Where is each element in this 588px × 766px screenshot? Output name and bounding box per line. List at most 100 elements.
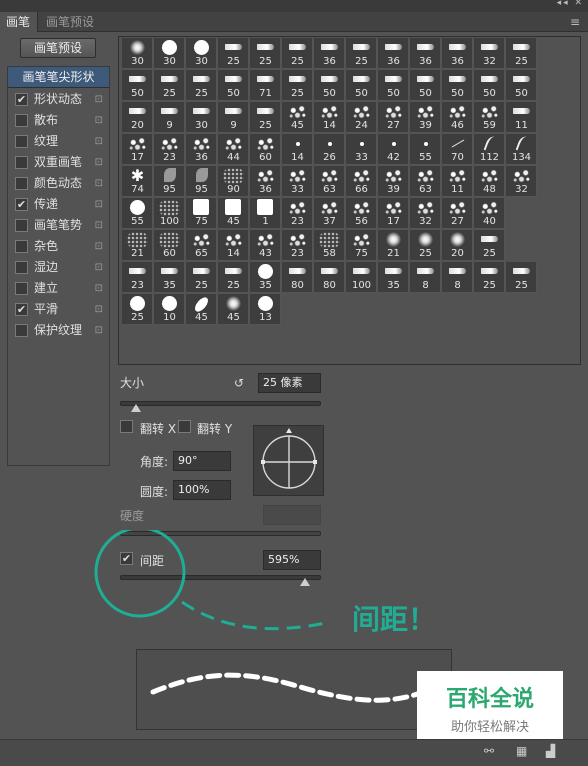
- lock-icon[interactable]: ⊡: [95, 173, 103, 194]
- brush-tip-cell[interactable]: 50: [378, 70, 409, 101]
- sidebar-item[interactable]: 湿边 ⊡: [8, 257, 109, 278]
- brush-tip-cell[interactable]: 134: [506, 134, 537, 165]
- brush-tip-cell[interactable]: 58: [314, 230, 345, 261]
- sidebar-item[interactable]: 颜色动态 ⊡: [8, 173, 109, 194]
- sidebar-item-checkbox[interactable]: [15, 114, 28, 127]
- brush-tip-cell[interactable]: 10: [154, 294, 185, 325]
- size-slider[interactable]: [120, 401, 321, 406]
- brush-tip-cell[interactable]: 55: [122, 198, 153, 229]
- brush-tip-cell[interactable]: 50: [506, 70, 537, 101]
- brush-tip-cell[interactable]: 25: [250, 38, 281, 69]
- brush-tip-cell[interactable]: 30: [186, 38, 217, 69]
- brush-tip-cell[interactable]: 32: [474, 38, 505, 69]
- sidebar-item-checkbox[interactable]: [15, 177, 28, 190]
- brush-tip-cell[interactable]: 36: [250, 166, 281, 197]
- brush-tip-cell[interactable]: 9: [218, 102, 249, 133]
- brush-tip-cell[interactable]: 75: [186, 198, 217, 229]
- brush-tip-cell[interactable]: 27: [442, 198, 473, 229]
- sidebar-item-brush-tip-shape[interactable]: 画笔笔尖形状: [8, 67, 109, 88]
- brush-tip-cell[interactable]: 30: [186, 102, 217, 133]
- brush-tip-cell[interactable]: 70: [442, 134, 473, 165]
- brush-tip-cell[interactable]: 71: [250, 70, 281, 101]
- grid-icon[interactable]: ▦: [516, 744, 527, 758]
- brush-tip-cell[interactable]: 56: [346, 198, 377, 229]
- brush-tip-cell[interactable]: 60: [250, 134, 281, 165]
- brush-tip-cell[interactable]: 14: [314, 102, 345, 133]
- brush-tip-cell[interactable]: 25: [346, 38, 377, 69]
- brush-tip-cell[interactable]: 25: [186, 262, 217, 293]
- brush-tip-cell[interactable]: 39: [410, 102, 441, 133]
- brush-tip-cell[interactable]: 63: [410, 166, 441, 197]
- sidebar-item-checkbox[interactable]: [15, 219, 28, 232]
- brush-tip-cell[interactable]: 36: [314, 38, 345, 69]
- brush-tip-cell[interactable]: 35: [250, 262, 281, 293]
- brush-tip-cell[interactable]: 48: [474, 166, 505, 197]
- brush-tip-cell[interactable]: 32: [410, 198, 441, 229]
- sidebar-item[interactable]: ✔ 平滑 ⊡: [8, 299, 109, 320]
- brush-tip-cell[interactable]: 8: [442, 262, 473, 293]
- sidebar-item-checkbox[interactable]: [15, 324, 28, 337]
- sidebar-item[interactable]: 双重画笔 ⊡: [8, 152, 109, 173]
- brush-tip-cell[interactable]: 46: [442, 102, 473, 133]
- brush-tip-cell[interactable]: 21: [122, 230, 153, 261]
- sidebar-item[interactable]: 纹理 ⊡: [8, 131, 109, 152]
- toggle-preview-icon[interactable]: ⚯: [484, 744, 494, 758]
- brush-tip-cell[interactable]: 39: [378, 166, 409, 197]
- lock-icon[interactable]: ⊡: [95, 110, 103, 131]
- brush-tip-cell[interactable]: 14: [218, 230, 249, 261]
- brush-tip-cell[interactable]: 44: [218, 134, 249, 165]
- brush-tip-cell[interactable]: 35: [378, 262, 409, 293]
- sidebar-item[interactable]: 杂色 ⊡: [8, 236, 109, 257]
- brush-tip-cell[interactable]: 25: [474, 230, 505, 261]
- angle-roundness-widget[interactable]: [253, 425, 324, 496]
- brush-tip-cell[interactable]: 42: [378, 134, 409, 165]
- sidebar-item-checkbox[interactable]: [15, 135, 28, 148]
- tab-brush[interactable]: 画笔: [0, 12, 38, 32]
- brush-tip-cell[interactable]: 25: [282, 38, 313, 69]
- brush-tip-cell[interactable]: 25: [250, 102, 281, 133]
- brush-tip-cell[interactable]: 43: [250, 230, 281, 261]
- brush-tip-cell[interactable]: 60: [154, 230, 185, 261]
- sidebar-item[interactable]: 保护纹理 ⊡: [8, 320, 109, 341]
- brush-tip-cell[interactable]: 50: [122, 70, 153, 101]
- brush-tip-cell[interactable]: 33: [282, 166, 313, 197]
- brush-tip-cell[interactable]: 23: [282, 230, 313, 261]
- brush-tip-cell[interactable]: 25: [154, 70, 185, 101]
- brush-tip-cell[interactable]: 63: [314, 166, 345, 197]
- brush-tip-cell[interactable]: 45: [218, 294, 249, 325]
- brush-tip-cell[interactable]: 55: [410, 134, 441, 165]
- brush-tip-cell[interactable]: 35: [154, 262, 185, 293]
- sidebar-item-checkbox[interactable]: [15, 282, 28, 295]
- brush-tip-cell[interactable]: 13: [250, 294, 281, 325]
- brush-tip-cell[interactable]: 25: [186, 70, 217, 101]
- brush-tip-cell[interactable]: 36: [410, 38, 441, 69]
- brush-tip-cell[interactable]: 36: [186, 134, 217, 165]
- brush-tip-cell[interactable]: 33: [346, 134, 377, 165]
- brush-tip-cell[interactable]: 95: [186, 166, 217, 197]
- brush-tip-cell[interactable]: 23: [154, 134, 185, 165]
- brush-tip-cell[interactable]: 30: [154, 38, 185, 69]
- brush-tip-cell[interactable]: 66: [346, 166, 377, 197]
- sidebar-item[interactable]: 画笔笔势 ⊡: [8, 215, 109, 236]
- brush-tip-cell[interactable]: 24: [346, 102, 377, 133]
- lock-icon[interactable]: ⊡: [95, 257, 103, 278]
- brush-tip-cell[interactable]: 27: [378, 102, 409, 133]
- brush-presets-button[interactable]: 画笔预设: [20, 38, 96, 58]
- brush-tip-cell[interactable]: 90: [218, 166, 249, 197]
- sidebar-item[interactable]: ✔ 形状动态 ⊡: [8, 89, 109, 110]
- sidebar-item-checkbox[interactable]: ✔: [15, 93, 28, 106]
- brush-tip-cell[interactable]: 25: [474, 262, 505, 293]
- sidebar-item[interactable]: 建立 ⊡: [8, 278, 109, 299]
- lock-icon[interactable]: ⊡: [95, 152, 103, 173]
- brush-tip-cell[interactable]: 95: [154, 166, 185, 197]
- brush-tip-cell[interactable]: 112: [474, 134, 505, 165]
- new-preset-icon[interactable]: ▟: [546, 744, 555, 758]
- lock-icon[interactable]: ⊡: [95, 236, 103, 257]
- brush-tip-cell[interactable]: 75: [346, 230, 377, 261]
- brush-tip-cell[interactable]: 80: [282, 262, 313, 293]
- brush-tip-cell[interactable]: 59: [474, 102, 505, 133]
- roundness-field[interactable]: 100%: [173, 480, 231, 500]
- brush-tip-cell[interactable]: 36: [442, 38, 473, 69]
- angle-field[interactable]: 90°: [173, 451, 231, 471]
- brush-tip-cell[interactable]: 25: [218, 262, 249, 293]
